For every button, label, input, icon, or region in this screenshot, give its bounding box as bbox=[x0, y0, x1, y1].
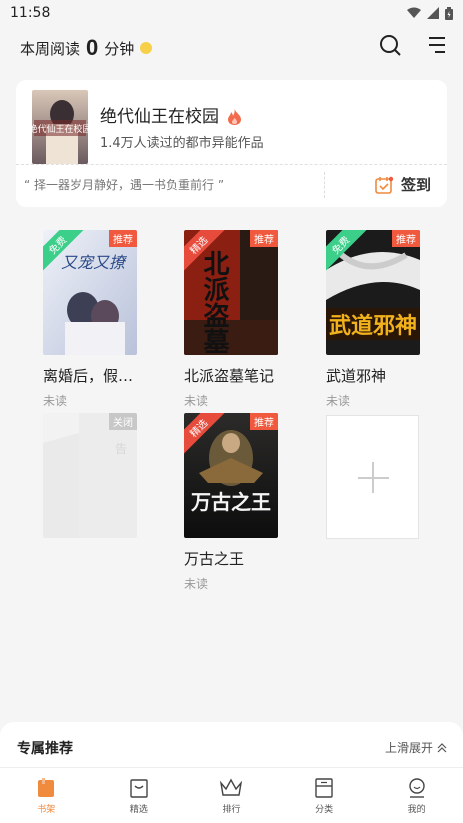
double-chevron-up-icon bbox=[437, 742, 447, 752]
add-book-button[interactable] bbox=[326, 415, 419, 539]
book-status: 未读 bbox=[326, 394, 351, 408]
bottom-tab-bar: 书架 精选 排行 分类 我的 bbox=[0, 767, 463, 823]
status-bar: 11:58 bbox=[0, 0, 463, 26]
book-cover-text: 北派盗墓 bbox=[199, 250, 230, 354]
panel-title: 专属推荐 bbox=[17, 741, 73, 757]
tab-label: 我的 bbox=[407, 804, 426, 815]
panel-expand-label: 上滑展开 bbox=[384, 741, 433, 755]
book-cover[interactable]: 万古之王 精选 推荐 bbox=[184, 413, 278, 538]
bookshelf-icon bbox=[38, 777, 55, 797]
book-status: 未读 bbox=[43, 394, 68, 408]
shelf-ad-slot[interactable]: 告 关闭 bbox=[43, 413, 137, 538]
shelf-book-5[interactable]: 万古之王 精选 推荐 万古之王 未读 bbox=[184, 413, 278, 592]
book-title[interactable]: 万古之王 bbox=[184, 548, 278, 569]
book-status: 未读 bbox=[184, 394, 209, 408]
tab-label: 精选 bbox=[129, 804, 148, 815]
featured-icon bbox=[130, 778, 148, 798]
calendar-icon bbox=[375, 176, 393, 194]
fire-icon bbox=[228, 109, 242, 125]
search-icon[interactable] bbox=[379, 34, 401, 56]
status-icons bbox=[407, 6, 453, 20]
recommend-title-text: 绝代仙王在校园 bbox=[100, 107, 219, 127]
profile-icon bbox=[408, 777, 425, 798]
shelf-book-1[interactable]: 又宠又撩 免费 推荐 离婚后，假… 未读 bbox=[43, 230, 137, 409]
book-title[interactable]: 武道邪神 bbox=[326, 365, 420, 386]
reading-header: 本周阅读 0 分钟 bbox=[0, 30, 463, 66]
recommend-title[interactable]: 绝代仙王在校园 bbox=[100, 102, 242, 127]
tab-ranking[interactable]: 排行 bbox=[185, 768, 278, 823]
book-cover-text: 万古之王 bbox=[190, 490, 271, 514]
recommend-book-cover[interactable]: 绝代仙王在校园 bbox=[32, 90, 88, 164]
quote-text: “ 择一器岁月静好，遇一书负重前行 ” bbox=[24, 178, 225, 192]
signal-icon bbox=[427, 7, 439, 19]
shelf-book-2[interactable]: 北派盗墓 精选 推荐 北派盗墓笔记 未读 bbox=[184, 230, 278, 409]
book-badge: 推荐 bbox=[250, 230, 278, 247]
crown-icon bbox=[220, 778, 243, 796]
plus-icon-vertical bbox=[372, 462, 374, 493]
book-title[interactable]: 北派盗墓笔记 bbox=[184, 365, 278, 386]
vertical-divider bbox=[324, 172, 325, 198]
book-badge: 推荐 bbox=[392, 230, 420, 247]
book-cover-text: 武道邪神 bbox=[329, 313, 417, 339]
tab-label: 分类 bbox=[315, 804, 334, 815]
book-cover[interactable]: 又宠又撩 免费 推荐 bbox=[43, 230, 137, 355]
book-badge: 推荐 bbox=[250, 413, 278, 430]
tab-label: 排行 bbox=[222, 804, 241, 815]
book-badge: 推荐 bbox=[109, 230, 137, 247]
book-title[interactable]: 离婚后，假… bbox=[43, 365, 137, 386]
tab-profile[interactable]: 我的 bbox=[370, 768, 463, 823]
tab-featured[interactable]: 精选 bbox=[93, 768, 186, 823]
menu-icon[interactable] bbox=[427, 36, 447, 54]
signin-label: 签到 bbox=[400, 176, 431, 194]
recommend-card[interactable]: 绝代仙王在校园 绝代仙王在校园 1.4万人读过的都市异能作品 “ 择一器岁月静好… bbox=[16, 80, 447, 207]
tab-bookshelf[interactable]: 书架 bbox=[0, 768, 93, 823]
book-cover[interactable]: 武道邪神 免费 推荐 bbox=[326, 230, 420, 355]
wifi-icon bbox=[407, 7, 421, 18]
card-divider bbox=[16, 164, 447, 165]
category-icon bbox=[315, 777, 333, 798]
shelf-book-3[interactable]: 武道邪神 免费 推荐 武道邪神 未读 bbox=[326, 230, 420, 409]
book-status: 未读 bbox=[184, 577, 209, 591]
ad-cover-text: 告 bbox=[115, 442, 127, 456]
book-cover[interactable]: 北派盗墓 精选 推荐 bbox=[184, 230, 278, 355]
status-time: 11:58 bbox=[10, 5, 51, 21]
recommend-subtitle: 1.4万人读过的都市异能作品 bbox=[100, 136, 264, 151]
weekly-reading-count: 0 bbox=[86, 35, 99, 60]
coin-icon bbox=[140, 42, 153, 54]
tab-category[interactable]: 分类 bbox=[278, 768, 371, 823]
panel-expand-button[interactable]: 上滑展开 bbox=[385, 739, 447, 756]
battery-icon bbox=[445, 6, 453, 20]
recommend-cover-text: 绝代仙王在校园 bbox=[32, 123, 88, 135]
ad-cover: 告 关闭 bbox=[43, 413, 137, 538]
ad-close-button[interactable]: 关闭 bbox=[109, 413, 137, 430]
weekly-reading-unit: 分钟 bbox=[104, 39, 135, 58]
weekly-reading-label: 本周阅读 bbox=[20, 39, 81, 58]
book-cover-text: 又宠又撩 bbox=[61, 253, 128, 272]
signin-button[interactable]: 签到 bbox=[375, 174, 431, 195]
tab-label: 书架 bbox=[37, 804, 56, 815]
